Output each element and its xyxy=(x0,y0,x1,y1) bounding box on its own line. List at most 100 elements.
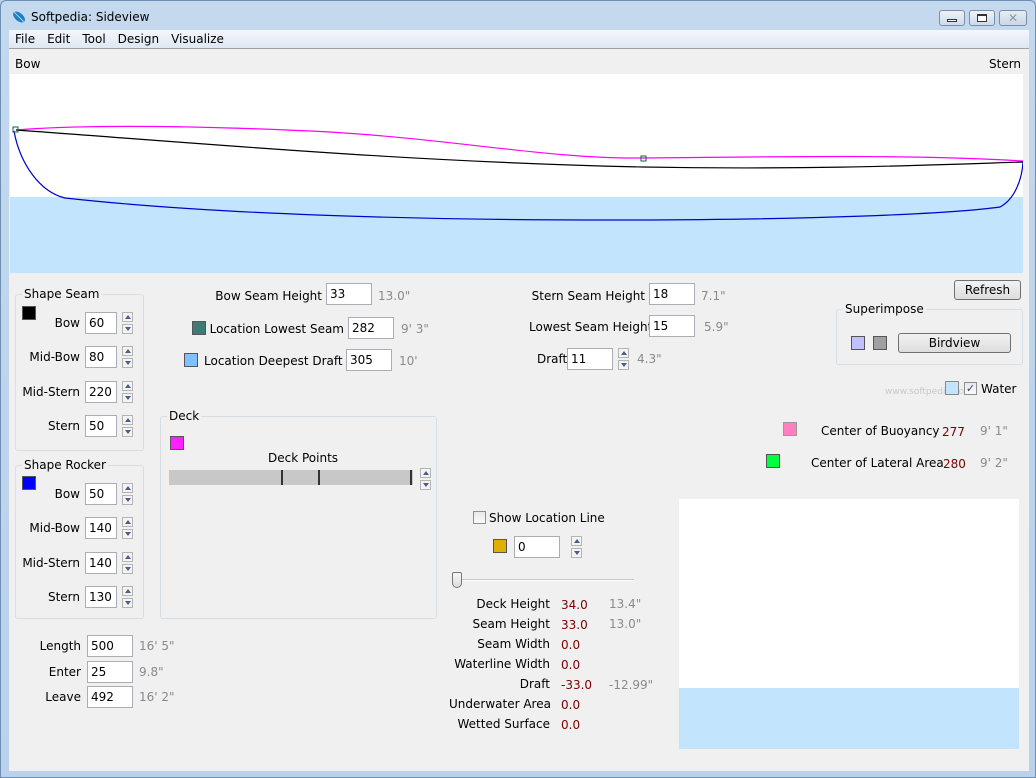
length-input[interactable] xyxy=(87,635,133,657)
seam-stern-input[interactable] xyxy=(85,415,117,437)
maximize-button[interactable] xyxy=(969,10,995,26)
seam-mid-bow-spinner[interactable] xyxy=(122,346,133,368)
stern-seam-height-input[interactable] xyxy=(649,283,695,305)
deck-group: Deck xyxy=(160,409,437,619)
rocker-mid-bow-label: Mid-Bow xyxy=(29,521,80,535)
stat-seam-height-label: Seam Height xyxy=(472,617,550,631)
location-deepest-draft-input[interactable] xyxy=(346,349,392,371)
rocker-stern-input[interactable] xyxy=(85,586,117,608)
draft-imperial: 4.3" xyxy=(637,352,662,366)
close-icon: ✕ xyxy=(1007,11,1019,25)
deepest-draft-color-swatch[interactable] xyxy=(184,353,198,367)
leave-input[interactable] xyxy=(87,686,133,708)
seam-mid-bow-input[interactable] xyxy=(85,346,117,368)
stat-seam-width-label: Seam Width xyxy=(477,637,550,651)
center-of-buoyancy-imperial: 9' 1" xyxy=(980,424,1008,438)
water-label: Water xyxy=(981,382,1017,396)
deck-points-bar[interactable] xyxy=(169,470,413,485)
check-icon: ✓ xyxy=(965,382,976,395)
rocker-bow-input[interactable] xyxy=(85,483,117,505)
deck-point-marker[interactable] xyxy=(318,470,320,485)
buoyancy-color-swatch[interactable] xyxy=(783,422,797,436)
rocker-mid-bow-input[interactable] xyxy=(85,517,117,539)
menu-tool[interactable]: Tool xyxy=(76,30,111,48)
sideview-canvas[interactable] xyxy=(10,74,1023,273)
refresh-button[interactable]: Refresh xyxy=(954,280,1021,300)
watermark: www.softpedia.com xyxy=(885,387,973,397)
rocker-mid-stern-input[interactable] xyxy=(85,552,117,574)
bow-seam-height-input[interactable] xyxy=(326,283,372,305)
lowest-seam-height-label: Lowest Seam Height xyxy=(529,320,653,334)
draft-label: Draft xyxy=(537,352,568,366)
location-line-spinner[interactable] xyxy=(571,536,582,558)
location-line-input[interactable] xyxy=(514,536,560,558)
location-line-color-swatch[interactable] xyxy=(493,539,507,553)
draft-spinner[interactable] xyxy=(618,348,629,370)
lowest-seam-height-input[interactable] xyxy=(649,315,695,337)
leave-imperial: 16' 2" xyxy=(139,690,175,704)
seam-mid-stern-spinner[interactable] xyxy=(122,381,133,403)
show-location-line-label: Show Location Line xyxy=(489,511,605,525)
enter-input[interactable] xyxy=(87,661,133,683)
rocker-mid-stern-label: Mid-Stern xyxy=(22,556,80,570)
deck-line xyxy=(15,125,1023,162)
stat-draft-label: Draft xyxy=(519,677,550,691)
seam-bow-spinner[interactable] xyxy=(122,312,133,334)
deck-title: Deck xyxy=(167,409,202,423)
lateral-area-color-swatch[interactable] xyxy=(766,454,780,468)
stat-seam-height-value: 33.0 xyxy=(561,618,588,632)
center-of-lateral-area-value: 280 xyxy=(943,457,966,471)
deck-point-marker[interactable] xyxy=(281,470,283,485)
seam-bow-input[interactable] xyxy=(85,312,117,334)
location-lowest-seam-input[interactable] xyxy=(348,317,394,339)
show-location-line-checkbox[interactable] xyxy=(473,511,486,524)
superimpose-color-swatch-2[interactable] xyxy=(873,336,887,350)
seam-stern-spinner[interactable] xyxy=(122,415,133,437)
enter-imperial: 9.8" xyxy=(139,665,164,679)
length-label: Length xyxy=(39,639,81,653)
location-slider-track[interactable] xyxy=(454,579,634,581)
rocker-mid-stern-spinner[interactable] xyxy=(122,552,133,574)
seam-stern-label: Stern xyxy=(47,419,80,433)
cross-section-preview xyxy=(679,499,1019,749)
birdview-button[interactable]: Birdview xyxy=(898,333,1011,353)
close-button[interactable]: ✕ xyxy=(999,10,1027,26)
stat-deck-height-value: 34.0 xyxy=(561,598,588,612)
location-slider-thumb[interactable] xyxy=(452,572,462,588)
menu-visualize[interactable]: Visualize xyxy=(165,30,230,48)
rocker-stern-spinner[interactable] xyxy=(122,586,133,608)
water-checkbox[interactable]: ✓ xyxy=(964,382,977,395)
leave-label: Leave xyxy=(45,690,81,704)
bow-seam-height-label: Bow Seam Height xyxy=(215,289,322,303)
rocker-bow-spinner[interactable] xyxy=(122,483,133,505)
deck-point-marker[interactable] xyxy=(410,470,412,485)
rocker-stern-label: Stern xyxy=(47,590,80,604)
stat-waterline-width-label: Waterline Width xyxy=(454,657,550,671)
deck-color-swatch[interactable] xyxy=(170,436,184,450)
stat-draft-imperial: -12.99" xyxy=(609,678,654,692)
menu-file[interactable]: File xyxy=(9,30,41,48)
seam-line xyxy=(15,129,1023,169)
bow-label: Bow xyxy=(15,57,41,71)
water-color-swatch[interactable] xyxy=(945,381,959,395)
bow-seam-height-imperial: 13.0" xyxy=(378,289,411,303)
minimize-button[interactable] xyxy=(939,10,965,26)
center-of-buoyancy-value: 277 xyxy=(942,425,965,439)
superimpose-color-swatch-1[interactable] xyxy=(851,336,865,350)
deck-points-spinner[interactable] xyxy=(420,468,431,490)
stat-draft-value: -33.0 xyxy=(561,678,593,692)
location-deepest-draft-label: Location Deepest Draft xyxy=(204,354,343,368)
hull-profile xyxy=(12,125,1023,221)
lowest-seam-color-swatch[interactable] xyxy=(192,321,206,335)
deck-points-label: Deck Points xyxy=(268,451,339,465)
stern-seam-height-imperial: 7.1" xyxy=(701,289,726,303)
title-bar: Softpedia: Sideview ✕ xyxy=(1,1,1035,31)
stat-deck-height-imperial: 13.4" xyxy=(609,597,642,611)
rocker-mid-bow-spinner[interactable] xyxy=(122,517,133,539)
stat-underwater-area-label: Underwater Area xyxy=(449,697,551,711)
menu-edit[interactable]: Edit xyxy=(41,30,76,48)
draft-input[interactable] xyxy=(567,348,613,370)
enter-label: Enter xyxy=(48,665,81,679)
seam-mid-stern-input[interactable] xyxy=(85,381,117,403)
menu-design[interactable]: Design xyxy=(112,30,165,48)
